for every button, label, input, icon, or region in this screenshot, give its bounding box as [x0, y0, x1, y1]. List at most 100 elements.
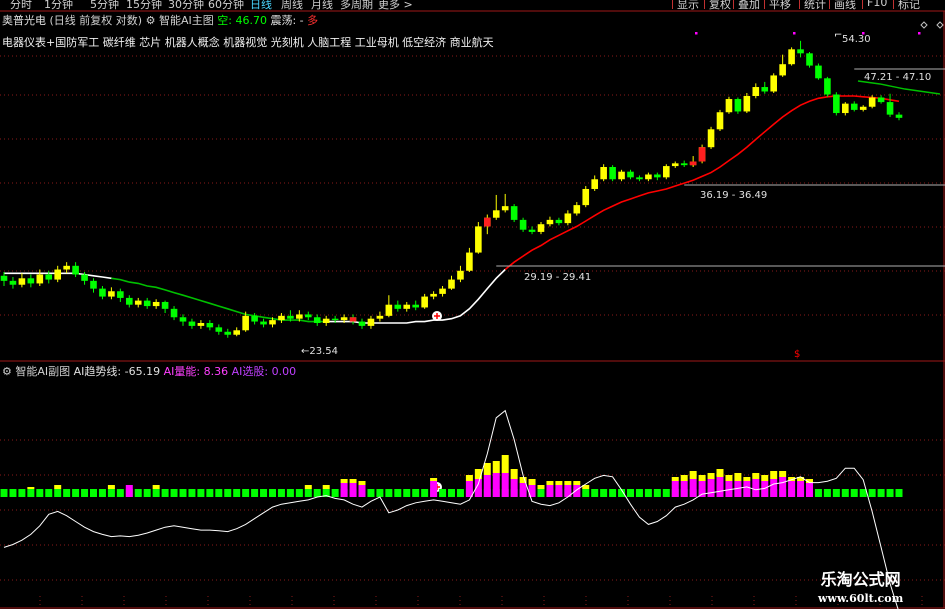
- candle: [313, 317, 321, 323]
- watermark-logo: 乐淘公式网 www.60lt.com: [818, 566, 903, 605]
- energy-bar-yellow: [716, 469, 724, 477]
- energy-bar-magenta: [770, 479, 778, 497]
- energy-bar-magenta: [716, 477, 724, 497]
- energy-bar: [609, 489, 617, 497]
- energy-bar-yellow: [528, 479, 536, 485]
- annotation-low: ←23.54: [301, 346, 338, 357]
- energy-bar-magenta: [546, 485, 554, 497]
- candle: [403, 304, 411, 309]
- energy-bar: [0, 489, 8, 497]
- gear-icon[interactable]: ⚙: [146, 14, 156, 27]
- candle: [663, 166, 670, 178]
- energy-bar: [295, 489, 303, 497]
- energy-bar: [385, 489, 393, 497]
- energy-bar-magenta: [510, 479, 518, 497]
- energy-bar-yellow: [358, 481, 366, 485]
- energy-bar: [403, 489, 411, 497]
- energy-bar-yellow: [752, 473, 760, 479]
- candle: [824, 78, 831, 95]
- candle: [519, 219, 527, 230]
- energy-bar-magenta: [671, 481, 679, 497]
- energy-bar: [63, 489, 71, 497]
- energy-bar-yellow: [483, 463, 491, 475]
- stock-name[interactable]: 奥普光电: [2, 14, 46, 27]
- energy-bar: [877, 489, 885, 497]
- energy-bar: [90, 489, 97, 497]
- sub-indicator-name[interactable]: 智能AI副图: [15, 365, 70, 378]
- candle: [886, 102, 894, 115]
- candle: [842, 103, 849, 114]
- candle: [72, 265, 79, 275]
- candle: [475, 226, 482, 253]
- candle: [18, 278, 26, 285]
- energy-bar: [188, 489, 196, 497]
- energy-bar: [448, 489, 455, 497]
- candle: [27, 278, 35, 284]
- candle: [287, 315, 294, 319]
- main-indicator-name[interactable]: 智能AI主图: [159, 14, 214, 27]
- energy-bar-yellow: [680, 475, 688, 481]
- candle: [152, 301, 160, 307]
- candle: [161, 301, 169, 309]
- energy-bar-magenta: [483, 475, 491, 497]
- candle: [815, 65, 822, 79]
- energy-bar: [215, 489, 223, 497]
- candle: [609, 167, 616, 180]
- energy-bar: [644, 489, 652, 497]
- candle: [81, 274, 88, 281]
- ai-pick-value: 0.00: [271, 365, 297, 378]
- energy-bar-yellow: [546, 481, 554, 485]
- candle: [582, 188, 590, 206]
- energy-bar-magenta: [349, 483, 357, 497]
- energy-bar: [27, 489, 35, 497]
- energy-bar: [251, 489, 259, 497]
- candle: [528, 229, 536, 232]
- energy-bar: [850, 489, 858, 497]
- candle: [573, 205, 581, 214]
- energy-bar-yellow: [465, 475, 473, 481]
- energy-bar: [421, 489, 429, 497]
- candle: [251, 315, 258, 322]
- candle: [680, 163, 688, 166]
- ai-pick-label: AI选股:: [231, 365, 269, 378]
- candle: [448, 279, 455, 289]
- candle: [457, 270, 464, 280]
- candle: [430, 293, 437, 297]
- ai-energy-label: AI量能:: [163, 365, 201, 378]
- energy-bar-yellow: [322, 485, 330, 489]
- annotation-high: 54.30: [842, 34, 871, 45]
- diamond-icon: [920, 21, 928, 29]
- energy-bar: [277, 489, 285, 497]
- price-annotations: 54.30⌐ ←23.54 47.21 - 47.10 36.19 - 36.49 29…: [301, 21, 945, 492]
- energy-bar-yellow: [340, 479, 348, 483]
- candle: [645, 174, 652, 180]
- duo-label: 多: [307, 14, 319, 27]
- candle: [698, 147, 706, 162]
- gear-icon[interactable]: ⚙: [2, 365, 12, 378]
- candle: [421, 296, 428, 308]
- candle: [725, 99, 733, 113]
- energy-bar-yellow: [734, 473, 742, 481]
- candle: [117, 291, 124, 298]
- candle: [394, 304, 402, 309]
- candle: [179, 317, 187, 322]
- energy-bar-magenta: [806, 483, 813, 497]
- energy-bar-magenta: [519, 483, 527, 497]
- energy-bar-yellow: [54, 485, 62, 489]
- watermark-url: www.60lt.com: [818, 592, 904, 605]
- candle: [90, 280, 97, 289]
- chart-canvas: 54.30⌐ ←23.54 47.21 - 47.10 36.19 - 36.49 29…: [0, 10, 945, 609]
- energy-bar-yellow: [707, 473, 715, 479]
- candle: [36, 274, 44, 284]
- energy-bar-yellow: [304, 485, 312, 489]
- energy-bar: [600, 489, 608, 497]
- energy-bar-yellow: [152, 485, 160, 489]
- energy-bar-yellow: [725, 475, 733, 481]
- candle: [358, 321, 366, 326]
- candle: [654, 174, 661, 178]
- energy-bar: [54, 489, 62, 497]
- zhendang-label: 震荡:: [270, 14, 297, 27]
- energy-bar-yellow: [501, 455, 509, 473]
- candle: [627, 171, 634, 178]
- candle: [331, 318, 339, 321]
